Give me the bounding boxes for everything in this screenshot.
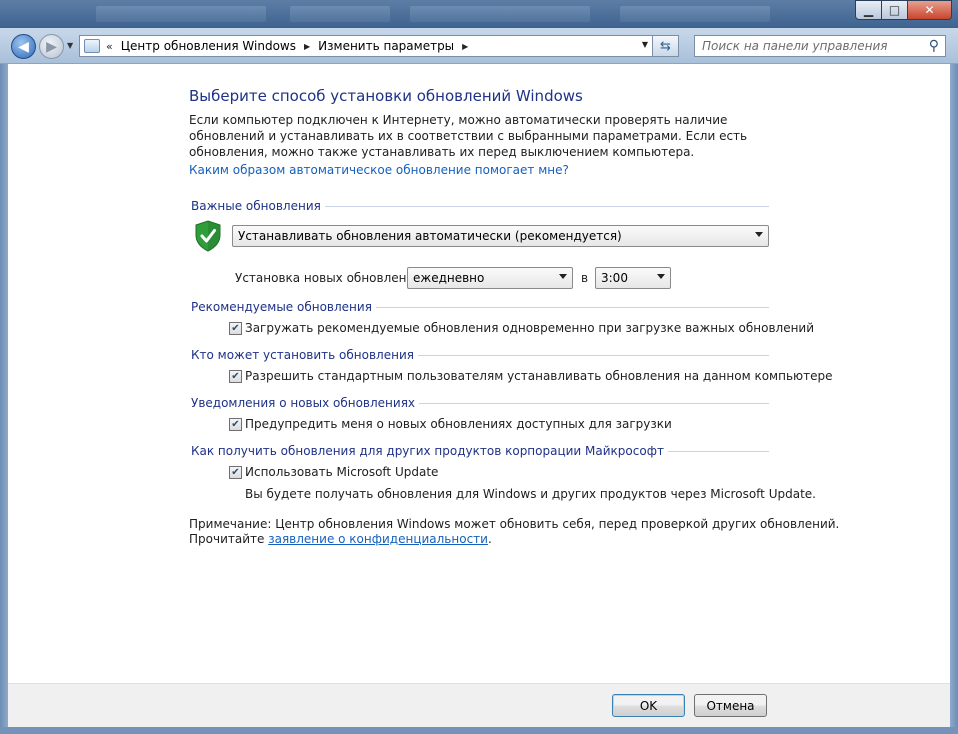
- note-text: Примечание: Центр обновления Windows мож…: [189, 517, 840, 531]
- security-shield-icon: [195, 220, 221, 252]
- section-important-updates: Важные обновления: [191, 199, 769, 213]
- microsoft-update-description: Вы будете получать обновления для Window…: [245, 487, 816, 501]
- notify-label[interactable]: Предупредить меня о новых обновлениях до…: [245, 417, 672, 431]
- recommended-updates-checkbox[interactable]: ✔: [229, 322, 242, 335]
- standard-users-label[interactable]: Разрешить стандартным пользователям уста…: [245, 369, 832, 383]
- window-controls: ▁ □ ✕: [855, 0, 952, 20]
- section-who-can-install: Кто может установить обновления: [191, 348, 769, 362]
- background-window-tab: [290, 6, 390, 22]
- checkmark-icon: ✔: [231, 322, 240, 334]
- address-dropdown-icon[interactable]: ▼: [642, 40, 648, 49]
- search-icon[interactable]: ⚲: [929, 38, 939, 54]
- ok-button[interactable]: OK: [612, 694, 685, 717]
- section-heading: Уведомления о новых обновлениях: [191, 396, 416, 410]
- intro-text: Если компьютер подключен к Интернету, мо…: [189, 113, 748, 159]
- section-divider: [419, 402, 769, 404]
- privacy-statement-link[interactable]: заявление о конфиденциальности: [268, 532, 488, 546]
- section-heading: Как получить обновления для других проду…: [191, 444, 664, 458]
- breadcrumb-separator-icon[interactable]: ▶: [304, 42, 310, 51]
- notify-checkbox[interactable]: ✔: [229, 418, 242, 431]
- chevron-down-icon: [755, 232, 763, 237]
- update-mode-value: Устанавливать обновления автоматически (…: [238, 229, 622, 243]
- recent-pages-dropdown-icon[interactable]: ▼: [67, 41, 73, 50]
- control-panel-icon: [84, 39, 100, 53]
- microsoft-update-label[interactable]: Использовать Microsoft Update: [245, 465, 438, 479]
- refresh-button[interactable]: ⇆: [653, 35, 679, 57]
- microsoft-update-checkbox[interactable]: ✔: [229, 466, 242, 479]
- section-divider: [417, 354, 769, 356]
- help-link[interactable]: Каким образом автоматическое обновление …: [189, 163, 569, 177]
- section-divider: [375, 306, 769, 308]
- section-heading: Кто может установить обновления: [191, 348, 414, 362]
- frequency-value: ежедневно: [413, 271, 485, 285]
- minimize-button[interactable]: ▁: [855, 0, 882, 20]
- breadcrumb-separator-icon[interactable]: ▶: [462, 42, 468, 51]
- checkmark-icon: ✔: [231, 370, 240, 382]
- chevron-down-icon: [559, 274, 567, 279]
- privacy-suffix: .: [487, 532, 492, 546]
- window-border-left: [0, 64, 8, 734]
- title-bar: ▁ □ ✕: [0, 0, 958, 28]
- window-border-bottom: [0, 727, 958, 734]
- back-button[interactable]: ◀: [11, 34, 36, 59]
- privacy-line: Прочитайте заявление о конфиденциальност…: [189, 532, 492, 546]
- update-mode-select[interactable]: Устанавливать обновления автоматически (…: [232, 225, 769, 247]
- forward-button[interactable]: ▶: [39, 34, 64, 59]
- time-select[interactable]: 3:00: [595, 267, 671, 289]
- section-divider: [667, 450, 769, 452]
- recommended-updates-label[interactable]: Загружать рекомендуемые обновления однов…: [245, 321, 814, 335]
- chevron-down-icon: [657, 274, 665, 279]
- cancel-button[interactable]: Отмена: [694, 694, 767, 717]
- address-bar[interactable]: « Центр обновления Windows ▶ Изменить па…: [79, 35, 653, 57]
- section-recommended-updates: Рекомендуемые обновления: [191, 300, 769, 314]
- address-overflow-chevron[interactable]: «: [106, 40, 113, 53]
- section-divider: [324, 205, 769, 207]
- background-window-tab: [620, 6, 770, 22]
- search-box[interactable]: ⚲: [694, 35, 946, 57]
- privacy-prefix: Прочитайте: [189, 532, 265, 546]
- checkmark-icon: ✔: [231, 466, 240, 478]
- time-value: 3:00: [601, 271, 628, 285]
- background-window-tab: [410, 6, 590, 22]
- checkmark-icon: ✔: [231, 418, 240, 430]
- search-input[interactable]: [702, 39, 922, 53]
- background-window-tab: [96, 6, 266, 22]
- maximize-button[interactable]: □: [882, 0, 908, 20]
- forward-arrow-icon: ▶: [46, 38, 57, 55]
- section-notifications: Уведомления о новых обновлениях: [191, 396, 769, 410]
- schedule-label: Установка новых обновлений:: [235, 271, 427, 285]
- time-at-label: в: [581, 271, 589, 285]
- standard-users-checkbox[interactable]: ✔: [229, 370, 242, 383]
- section-heading: Рекомендуемые обновления: [191, 300, 372, 314]
- refresh-icon: ⇆: [660, 38, 671, 54]
- frequency-select[interactable]: ежедневно: [407, 267, 573, 289]
- back-arrow-icon: ◀: [18, 38, 29, 55]
- breadcrumb-change-settings[interactable]: Изменить параметры: [318, 39, 454, 53]
- page-title: Выберите способ установки обновлений Win…: [189, 87, 583, 105]
- close-button[interactable]: ✕: [908, 0, 952, 20]
- breadcrumb-windows-update[interactable]: Центр обновления Windows: [121, 39, 296, 53]
- section-microsoft-update: Как получить обновления для других проду…: [191, 444, 769, 458]
- window-border-right: [950, 64, 958, 734]
- section-heading: Важные обновления: [191, 199, 321, 213]
